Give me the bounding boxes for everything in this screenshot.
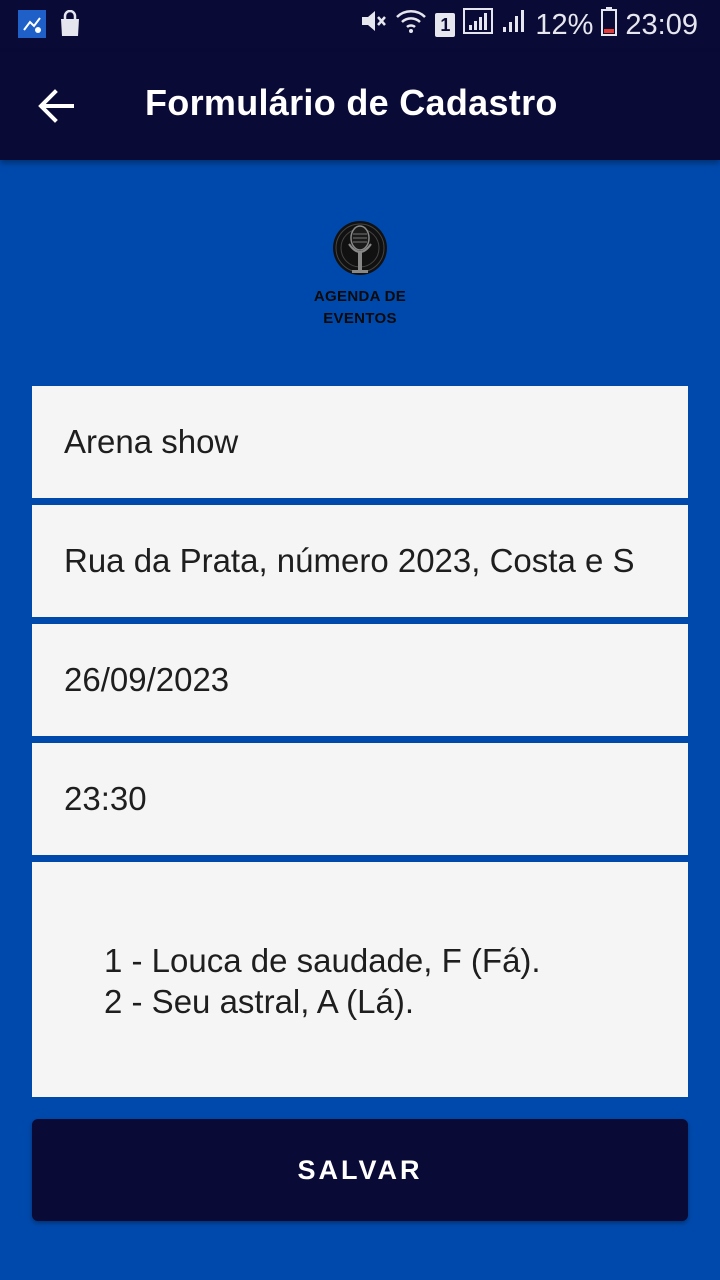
- save-button[interactable]: SALVAR: [32, 1119, 688, 1221]
- logo-line-1: AGENDA DE: [313, 288, 407, 305]
- time-value: 23:30: [64, 780, 147, 817]
- wifi-icon: [395, 7, 427, 43]
- clock: 23:09: [625, 8, 698, 41]
- back-button[interactable]: [30, 80, 82, 132]
- status-left: [18, 9, 82, 43]
- notes-line-1: 1 - Louca de saudade, F (Fá).: [104, 942, 541, 979]
- arrow-back-icon: [38, 89, 74, 123]
- notes-line-2: 2 - Seu astral, A (Lá).: [104, 983, 414, 1020]
- logo-text: AGENDA DE EVENTOS: [300, 286, 420, 330]
- signal-2-icon: [501, 7, 527, 43]
- battery-icon: [601, 6, 618, 44]
- address-value: Rua da Prata, número 2023, Costa e S: [64, 542, 635, 579]
- app-logo: AGENDA DE EVENTOS: [300, 218, 420, 334]
- event-name-value: Arena show: [64, 423, 239, 460]
- event-name-field[interactable]: Arena show: [32, 386, 688, 498]
- microphone-icon: [333, 221, 387, 275]
- battery-percent: 12%: [535, 8, 594, 41]
- status-bar: 1 12% 23:09: [0, 0, 720, 52]
- date-field[interactable]: 26/09/2023: [32, 624, 688, 736]
- date-value: 26/09/2023: [64, 661, 230, 698]
- sim-badge-icon: 1: [435, 13, 456, 37]
- page-title: Formulário de Cadastro: [145, 82, 558, 123]
- notes-field[interactable]: 1 - Louca de saudade, F (Fá). 2 - Seu as…: [32, 862, 688, 1097]
- status-right: 1 12% 23:09: [359, 6, 698, 44]
- app-bar: Formulário de Cadastro: [0, 52, 720, 160]
- logo-line-2: EVENTOS: [323, 310, 397, 327]
- mute-icon: [359, 7, 387, 43]
- address-field[interactable]: Rua da Prata, número 2023, Costa e S: [32, 505, 688, 617]
- shopping-bag-icon: [58, 9, 82, 43]
- signal-icon: [463, 7, 494, 43]
- time-field[interactable]: 23:30: [32, 743, 688, 855]
- app-notification-icon: [18, 10, 46, 43]
